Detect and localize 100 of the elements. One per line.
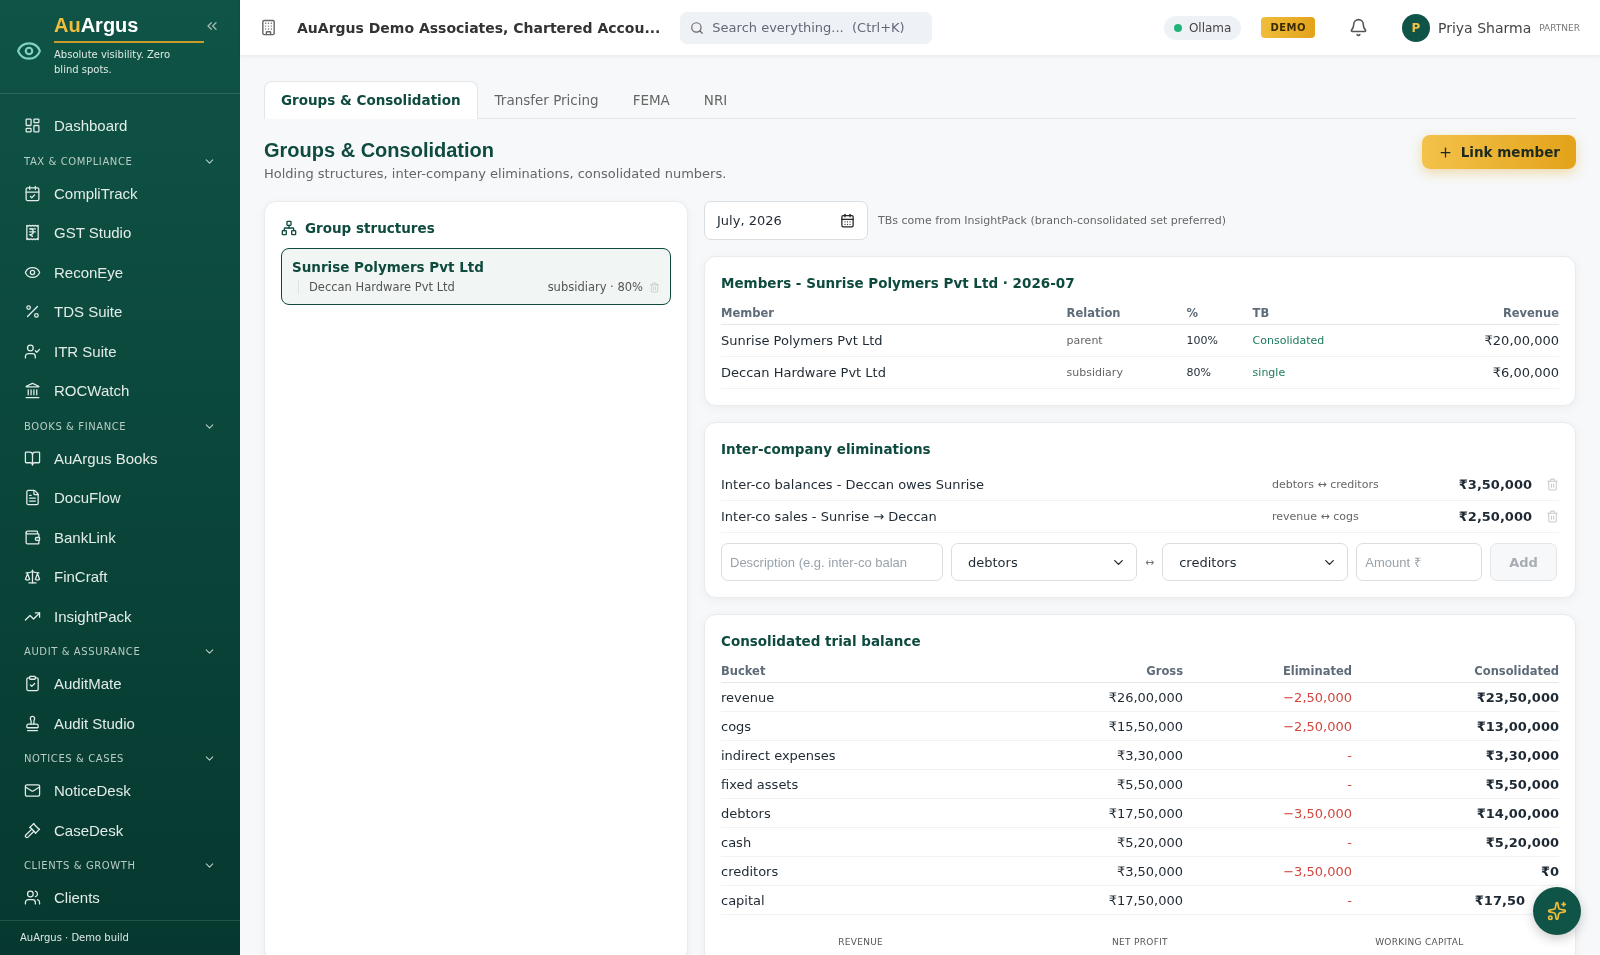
- page-title: Groups & Consolidation: [264, 139, 495, 162]
- table-cell: cash: [721, 827, 1002, 857]
- sidebar-section-header[interactable]: CLIENTS & GROWTH: [0, 850, 240, 878]
- sidebar-section-header[interactable]: NOTICES & CASES: [0, 743, 240, 771]
- wallet-icon: [24, 528, 41, 546]
- sidebar-item[interactable]: AuArgus Books: [0, 438, 240, 478]
- tab[interactable]: FEMA: [615, 81, 687, 119]
- table-cell: ₹15,50,000: [1001, 711, 1184, 741]
- table-cell: debtors: [721, 798, 1002, 828]
- table-cell: revenue: [721, 682, 1002, 712]
- elimination-amount: ₹3,50,000: [1457, 477, 1532, 492]
- plus-icon: [1437, 144, 1453, 160]
- calendar-check-icon: [24, 184, 41, 202]
- table-cell: Deccan Hardware Pvt Ltd: [721, 356, 1067, 389]
- bank-icon: [24, 382, 41, 400]
- sidebar-item[interactable]: AuditMate: [0, 664, 240, 704]
- model-status[interactable]: Ollama: [1163, 15, 1242, 40]
- sidebar-section-header[interactable]: BOOKS & FINANCE: [0, 410, 240, 439]
- sidebar-item[interactable]: InsightPack: [0, 596, 240, 636]
- sidebar-item[interactable]: BankLink: [0, 517, 240, 557]
- table-cell: ₹3,30,000: [1352, 740, 1559, 770]
- user-role: PARTNER: [1539, 22, 1580, 33]
- user-name: Priya Sharma: [1438, 19, 1532, 36]
- column-header: Eliminated: [1183, 661, 1352, 683]
- sidebar-item[interactable]: CompliTrack: [0, 173, 240, 213]
- table-cell: ₹6,00,000: [1403, 356, 1559, 389]
- amount-field[interactable]: Amount ₹: [1356, 543, 1483, 581]
- elimination-description: Inter-co balances - Deccan owes Sunrise: [721, 477, 986, 492]
- link-member-button[interactable]: Link member: [1421, 135, 1576, 169]
- elimination-pair: debtors ↔ creditors: [1272, 478, 1380, 491]
- table-cell: indirect expenses: [721, 740, 1002, 770]
- sidebar-item[interactable]: CaseDesk: [0, 810, 240, 850]
- sparkles-icon: [1547, 901, 1567, 921]
- card-title: Consolidated trial balance: [721, 633, 922, 649]
- table-cell: parent: [1066, 324, 1187, 357]
- sidebar-item[interactable]: Audit Studio: [0, 703, 240, 743]
- group-item[interactable]: Sunrise Polymers Pvt Ltd Deccan Hardware Pvt Ltd subsidiary · 80%: [281, 248, 671, 305]
- column-header: Bucket: [721, 661, 1002, 683]
- elimination-pair: revenue ↔ cogs: [1272, 510, 1360, 523]
- arrow-text: ↔: [1145, 555, 1155, 569]
- tab[interactable]: Groups & Consolidation: [264, 81, 478, 119]
- from-bucket-select[interactable]: debtors: [951, 543, 1137, 581]
- to-bucket-select[interactable]: creditors: [1162, 543, 1349, 581]
- sidebar-section-header[interactable]: TAX & COMPLIANCE: [0, 145, 240, 174]
- table-cell: single: [1252, 356, 1403, 389]
- month-field[interactable]: July, 2026: [704, 201, 868, 240]
- search-icon: [690, 20, 705, 35]
- table-cell: ₹5,50,000: [1001, 769, 1184, 799]
- sidebar-section-header[interactable]: AUDIT & ASSURANCE: [0, 636, 240, 664]
- card-title: Inter-company eliminations: [721, 441, 932, 457]
- sidebar-item[interactable]: ROCWatch: [0, 371, 240, 411]
- sidebar-item[interactable]: Dashboard: [0, 106, 240, 146]
- tab[interactable]: NRI: [686, 81, 745, 119]
- table-cell: ₹23,50,000: [1352, 682, 1559, 712]
- sidebar-item[interactable]: ITR Suite: [0, 331, 240, 371]
- column-header: Relation: [1066, 303, 1187, 325]
- table-cell: −2,50,000: [1183, 682, 1352, 712]
- notifications-icon[interactable]: [1349, 18, 1368, 37]
- sidebar-item[interactable]: ReconEye: [0, 252, 240, 292]
- demo-badge: DEMO: [1261, 17, 1315, 38]
- period-note: TBs come from InsightPack (branch-consolidated set preferred): [878, 214, 1227, 227]
- dashboard-icon: [24, 117, 41, 135]
- kpi-label: WORKING CAPITAL: [1374, 937, 1465, 947]
- book-icon: [24, 449, 41, 467]
- table-cell: fixed assets: [721, 769, 1002, 799]
- description-field[interactable]: Description (e.g. inter-co balan: [721, 543, 943, 581]
- table-cell: Consolidated: [1252, 324, 1403, 357]
- table-cell: subsidiary: [1066, 356, 1187, 389]
- table-cell: Sunrise Polymers Pvt Ltd: [721, 324, 1067, 357]
- document-icon: [24, 489, 41, 507]
- elimination-amount: ₹2,50,000: [1457, 509, 1532, 524]
- user-avatar: P: [1402, 13, 1430, 42]
- table-cell: ₹5,20,000: [1352, 827, 1559, 857]
- table-cell: ₹5,20,000: [1001, 827, 1184, 857]
- member-detail: subsidiary · 80%: [547, 280, 643, 294]
- table-cell: −3,50,000: [1183, 798, 1352, 828]
- card-title: Members - Sunrise Polymers Pvt Ltd · 2026-07: [721, 275, 1076, 291]
- table-cell: 80%: [1186, 356, 1253, 389]
- scale-icon: [24, 568, 41, 586]
- sidebar-item[interactable]: NoticeDesk: [0, 771, 240, 811]
- percent-icon: [24, 303, 41, 321]
- kpi-label: NET PROFIT: [1111, 937, 1169, 947]
- elimination-description: Inter-co sales - Sunrise → Deccan: [721, 509, 938, 524]
- table-cell: cogs: [721, 711, 1002, 741]
- table-cell: ₹17,50,000: [1001, 798, 1184, 828]
- tab[interactable]: Transfer Pricing: [477, 81, 616, 119]
- table-cell: −2,50,000: [1183, 711, 1352, 741]
- search-field[interactable]: Search everything... (Ctrl+K): [680, 11, 933, 44]
- tagline: Absolute visibility. Zero blind spots.: [54, 48, 172, 77]
- column-header: Member: [721, 303, 1067, 325]
- sidebar-item[interactable]: GST Studio: [0, 213, 240, 253]
- column-header: Consolidated: [1352, 661, 1559, 683]
- sidebar-item[interactable]: TDS Suite: [0, 292, 240, 332]
- sidebar-item[interactable]: FinCraft: [0, 557, 240, 597]
- sidebar-item[interactable]: Clients: [0, 878, 240, 918]
- sidebar-item[interactable]: DocuFlow: [0, 478, 240, 518]
- table-cell: ₹26,00,000: [1001, 682, 1184, 712]
- table-cell: creditors: [721, 856, 1002, 886]
- column-header: TB: [1252, 303, 1403, 325]
- table-cell: capital: [721, 885, 1002, 915]
